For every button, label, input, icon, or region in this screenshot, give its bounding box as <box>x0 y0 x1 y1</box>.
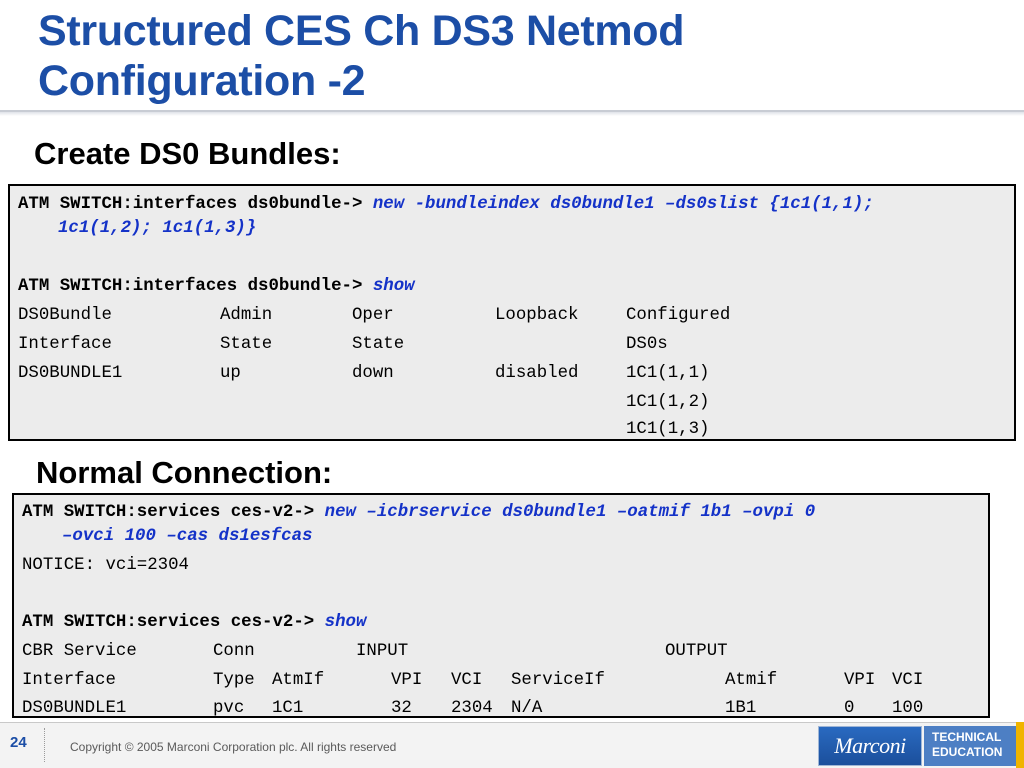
table-cell: down <box>352 364 394 383</box>
table-cell: 100 <box>892 699 924 718</box>
footer-separator <box>44 728 45 762</box>
table-cell: 1C1(1,2) <box>626 393 710 412</box>
table-header-cell: CBR Service <box>22 642 137 661</box>
table-cell: N/A <box>511 699 543 718</box>
table-header-cell: OUTPUT <box>665 642 728 661</box>
table-cell: up <box>220 364 241 383</box>
table-header-cell: DS0s <box>626 335 668 354</box>
terminal-box-connection: ATM SWITCH:services ces-v2-> new –icbrse… <box>12 493 990 718</box>
table-cell: 2304 <box>451 699 493 718</box>
table-header-cell: ServiceIf <box>511 671 605 690</box>
terminal-line: ATM SWITCH:interfaces ds0bundle-> new -b… <box>18 193 874 217</box>
table-cell: DS0BUNDLE1 <box>18 364 123 383</box>
table-header-cell: DS0Bundle <box>18 306 112 325</box>
accent-edge <box>1016 722 1024 768</box>
table-header-cell: State <box>220 335 273 354</box>
table-cell: pvc <box>213 699 245 718</box>
prompt: ATM SWITCH:services ces-v2-> <box>22 613 315 632</box>
terminal-line: 1c1(1,2); 1c1(1,3)} <box>58 217 256 241</box>
marconi-logo: Marconi <box>818 726 922 766</box>
marconi-logo-text: Marconi <box>834 733 906 758</box>
table-header-cell: Oper <box>352 306 394 325</box>
prompt: ATM SWITCH:interfaces ds0bundle-> <box>18 277 363 296</box>
prompt: ATM SWITCH:services ces-v2-> <box>22 503 315 522</box>
table-header-cell: Type <box>213 671 255 690</box>
terminal-line: ATM SWITCH:services ces-v2-> new –icbrse… <box>22 501 815 525</box>
table-cell: 1C1(1,1) <box>626 364 710 383</box>
command: show <box>372 277 415 296</box>
command: new –icbrservice ds0bundle1 –oatmif 1b1 … <box>324 503 816 522</box>
table-header-cell: VCI <box>451 671 483 690</box>
terminal-line: ATM SWITCH:services ces-v2-> show <box>22 611 366 635</box>
table-header-cell: INPUT <box>356 642 409 661</box>
page-number: 24 <box>10 734 27 751</box>
command: –ovci 100 –cas ds1esfcas <box>62 527 313 546</box>
table-cell: 0 <box>844 699 855 718</box>
table-cell: 1C1(1,3) <box>626 420 710 439</box>
table-header-cell: Configured <box>626 306 731 325</box>
slide-title-line2: Configuration -2 <box>38 57 366 105</box>
table-header-cell: Atmif <box>725 671 778 690</box>
badge-line2: EDUCATION <box>932 745 1003 759</box>
table-header-cell: AtmIf <box>272 671 325 690</box>
table-header-cell: Conn <box>213 642 255 661</box>
table-header-cell: State <box>352 335 405 354</box>
table-header-cell: Interface <box>22 671 116 690</box>
table-cell: DS0BUNDLE1 <box>22 699 127 718</box>
copyright-text: Copyright © 2005 Marconi Corporation plc… <box>70 740 397 754</box>
technical-education-badge: TECHNICAL EDUCATION <box>924 726 1016 766</box>
table-header-cell: Loopback <box>495 306 579 325</box>
table-header-cell: VPI <box>844 671 876 690</box>
command: show <box>324 613 367 632</box>
title-band: Structured CES Ch DS3 Netmod Configurati… <box>0 0 1024 116</box>
table-header-cell: Interface <box>18 335 112 354</box>
table-cell: 32 <box>391 699 412 718</box>
table-cell: 1C1 <box>272 699 304 718</box>
notice-line: NOTICE: vci=2304 <box>22 556 189 575</box>
command: 1c1(1,2); 1c1(1,3)} <box>58 219 257 238</box>
table-cell: 1B1 <box>725 699 757 718</box>
slide-title-line1: Structured CES Ch DS3 Netmod <box>38 7 685 55</box>
table-header-cell: VCI <box>892 671 924 690</box>
prompt: ATM SWITCH:interfaces ds0bundle-> <box>18 195 363 214</box>
table-header-cell: Admin <box>220 306 273 325</box>
table-header-cell: VPI <box>391 671 423 690</box>
section-heading-normal-connection: Normal Connection: <box>36 455 333 490</box>
command: new -bundleindex ds0bundle1 –ds0slist {1… <box>372 195 874 214</box>
terminal-line: ATM SWITCH:interfaces ds0bundle-> show <box>18 275 415 299</box>
section-heading-create-bundles: Create DS0 Bundles: <box>34 136 341 171</box>
slide-title: Structured CES Ch DS3 Netmod Configurati… <box>38 6 685 106</box>
terminal-box-bundles: ATM SWITCH:interfaces ds0bundle-> new -b… <box>8 184 1016 441</box>
badge-line1: TECHNICAL <box>932 730 1002 744</box>
table-cell: disabled <box>495 364 579 383</box>
terminal-line: –ovci 100 –cas ds1esfcas <box>62 525 312 549</box>
